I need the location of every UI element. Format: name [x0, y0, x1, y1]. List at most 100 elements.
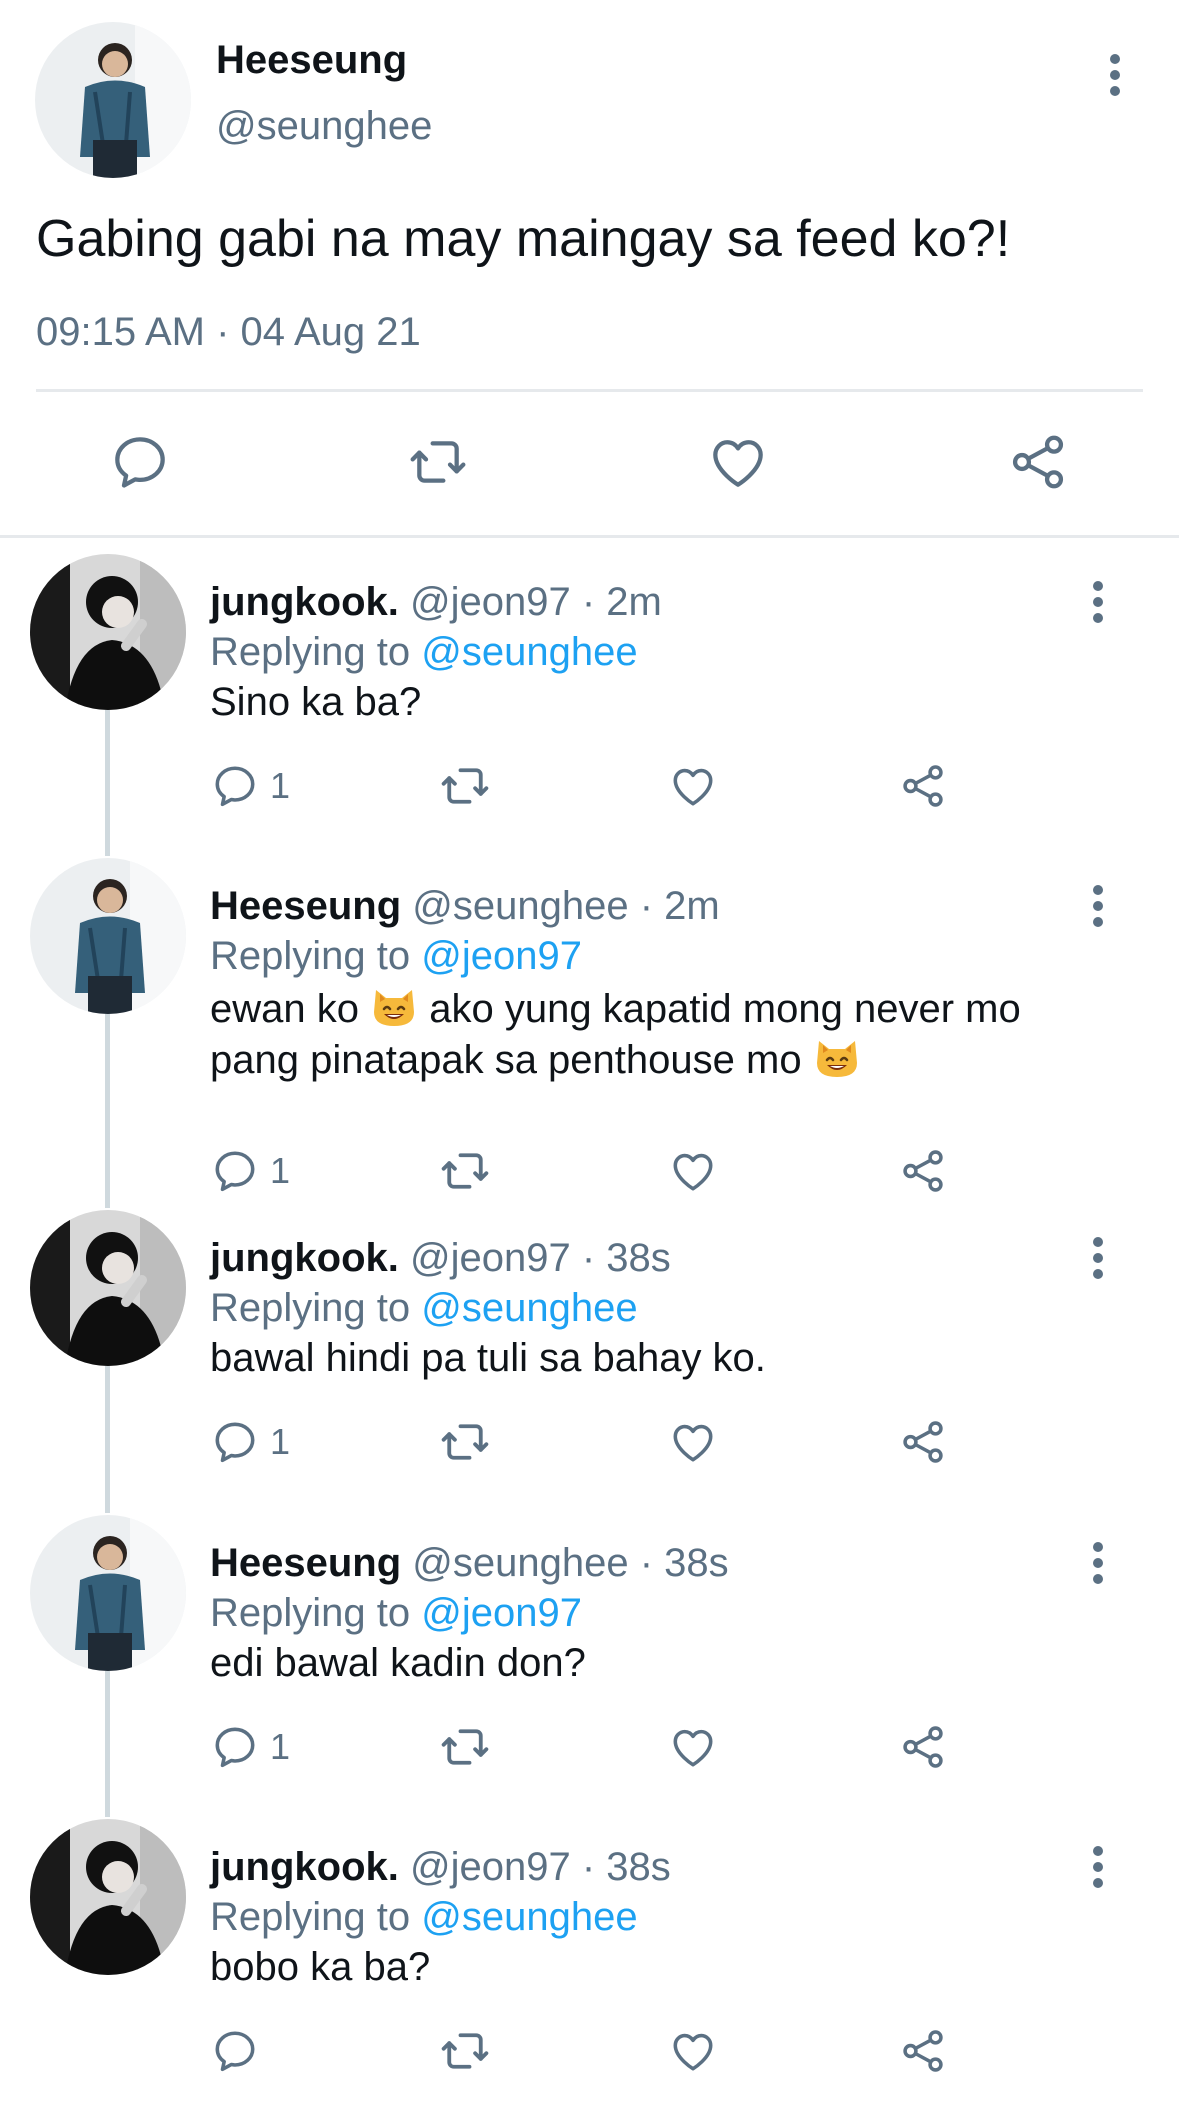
author-handle[interactable]: @seunghee [216, 102, 432, 150]
reply-icon [210, 1417, 260, 1467]
divider [36, 389, 1143, 392]
like-button[interactable] [668, 2023, 718, 2079]
reply-icon [210, 2026, 260, 2076]
more-options-button[interactable] [1078, 1230, 1118, 1286]
like-button[interactable] [668, 1414, 718, 1470]
author-meta: @jeon97 · 2m [398, 580, 662, 624]
thread-line [105, 708, 110, 856]
thread-line [105, 1364, 110, 1513]
more-vertical-icon [1092, 884, 1104, 928]
author-name[interactable]: Heeseung [210, 1541, 401, 1585]
reply-icon [210, 1146, 260, 1196]
retweet-icon [438, 759, 492, 813]
retweet-button[interactable] [438, 1414, 492, 1470]
retweet-icon [438, 1720, 492, 1774]
avatar[interactable] [35, 22, 191, 178]
more-options-button[interactable] [1095, 47, 1135, 103]
author-name[interactable]: jungkook. [210, 580, 399, 624]
retweet-button[interactable] [438, 1143, 492, 1199]
replying-mention[interactable]: @jeon97 [421, 934, 582, 978]
author-name[interactable]: Heeseung [210, 884, 401, 928]
retweet-icon [438, 1144, 492, 1198]
avatar[interactable] [30, 858, 186, 1014]
reply-text-part: edi bawal kadin don? [210, 1641, 586, 1685]
more-options-button[interactable] [1078, 878, 1118, 934]
replying-mention[interactable]: @seunghee [421, 1895, 637, 1939]
more-vertical-icon [1092, 1541, 1104, 1585]
share-button[interactable] [898, 1414, 948, 1470]
share-icon [1006, 430, 1070, 494]
replying-to: Replying to @jeon97 [210, 932, 582, 980]
reply-text-part: bawal hindi pa tuli sa bahay ko. [210, 1336, 766, 1380]
author-meta: @jeon97 · 38s [398, 1845, 671, 1889]
retweet-icon [438, 1415, 492, 1469]
more-vertical-icon [1092, 1845, 1104, 1889]
like-icon [668, 1146, 718, 1196]
like-icon [668, 2026, 718, 2076]
retweet-icon [438, 2024, 492, 2078]
more-options-button[interactable] [1078, 1535, 1118, 1591]
reply-text: Sino ka ba? [210, 678, 1090, 726]
more-options-button[interactable] [1078, 1839, 1118, 1895]
reply-header: jungkook. @jeon97 · 2m [210, 578, 662, 626]
like-button[interactable] [668, 1719, 718, 1775]
reply-header: Heeseung @seunghee · 38s [210, 1539, 729, 1587]
share-button[interactable] [1006, 430, 1070, 494]
reply-count: 1 [270, 1150, 291, 1191]
author-name[interactable]: jungkook. [210, 1845, 399, 1889]
thread-line [105, 1669, 110, 1817]
reply-button[interactable]: 1 [210, 758, 290, 814]
like-icon [668, 1722, 718, 1772]
avatar[interactable] [30, 1210, 186, 1366]
reply-icon [108, 430, 172, 494]
reply-button[interactable]: 1 [210, 1143, 290, 1199]
author-name[interactable]: Heeseung [216, 36, 407, 84]
tweet-timestamp[interactable]: 09:15 AM · 04 Aug 21 [36, 308, 421, 356]
reply-icon [210, 1722, 260, 1772]
reply-button[interactable] [210, 2023, 260, 2079]
reply-header: Heeseung @seunghee · 2m [210, 882, 720, 930]
reply-button[interactable]: 1 [210, 1719, 290, 1775]
reply-text: bobo ka ba? [210, 1943, 1090, 1991]
avatar[interactable] [30, 554, 186, 710]
reply-text: bawal hindi pa tuli sa bahay ko. [210, 1334, 1090, 1382]
reply-text: ewan ko ako yung kapatid mong never mo p… [210, 982, 1090, 1084]
smiling-cat-emoji [370, 987, 418, 1031]
more-options-button[interactable] [1078, 574, 1118, 630]
reply-count: 1 [270, 1421, 291, 1462]
reply-text: edi bawal kadin don? [210, 1639, 1090, 1687]
like-button[interactable] [668, 758, 718, 814]
replying-mention[interactable]: @seunghee [421, 630, 637, 674]
retweet-button[interactable] [438, 1719, 492, 1775]
replying-prefix: Replying to [210, 1591, 422, 1635]
like-icon [668, 1417, 718, 1467]
reply-button[interactable]: 1 [210, 1414, 290, 1470]
share-icon [898, 2026, 948, 2076]
avatar[interactable] [30, 1515, 186, 1671]
like-button[interactable] [668, 1143, 718, 1199]
share-button[interactable] [898, 758, 948, 814]
reply-header: jungkook. @jeon97 · 38s [210, 1234, 671, 1282]
retweet-icon [406, 430, 470, 494]
reply-text-part: ewan ko [210, 987, 371, 1031]
retweet-button[interactable] [438, 758, 492, 814]
tweet-text: Gabing gabi na may maingay sa feed ko?! [36, 210, 1011, 268]
thread-line [105, 1012, 110, 1208]
author-name[interactable]: jungkook. [210, 1236, 399, 1280]
share-button[interactable] [898, 1719, 948, 1775]
smiling-cat-emoji [813, 1038, 861, 1082]
retweet-button[interactable] [438, 2023, 492, 2079]
replying-mention[interactable]: @jeon97 [421, 1591, 582, 1635]
reply-text-part: Sino ka ba? [210, 680, 422, 724]
retweet-button[interactable] [406, 430, 470, 494]
avatar[interactable] [30, 1819, 186, 1975]
replying-to: Replying to @jeon97 [210, 1589, 582, 1637]
replying-mention[interactable]: @seunghee [421, 1286, 637, 1330]
share-button[interactable] [898, 1143, 948, 1199]
author-meta: @seunghee · 38s [401, 1541, 729, 1585]
reply-icon [210, 761, 260, 811]
share-button[interactable] [898, 2023, 948, 2079]
like-icon [668, 761, 718, 811]
reply-button[interactable] [108, 430, 172, 494]
like-button[interactable] [706, 430, 770, 494]
